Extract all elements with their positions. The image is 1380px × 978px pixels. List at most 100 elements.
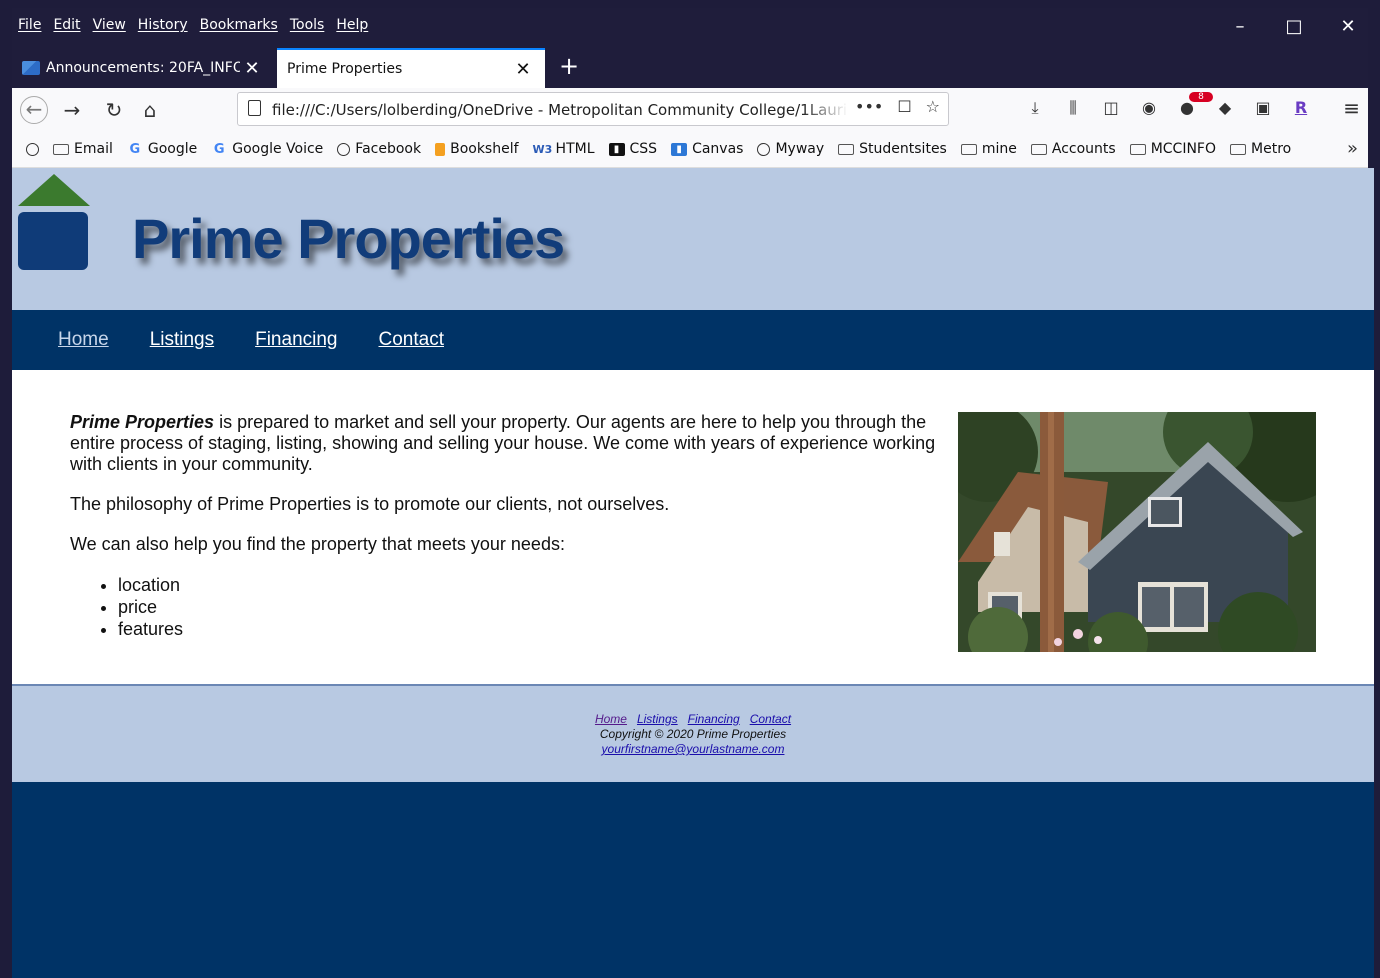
- account-icon[interactable]: ◉: [1140, 98, 1158, 118]
- extension-icon[interactable]: ● 8: [1178, 92, 1213, 118]
- bookmarks-list: Email G Google G Google Voice Facebook Boo…: [26, 141, 1291, 157]
- google-icon: G: [213, 141, 225, 157]
- more-actions-icon[interactable]: •••: [855, 97, 883, 116]
- url-bar[interactable]: file:///C:/Users/lolberding/OneDrive - M…: [237, 92, 949, 126]
- tab-bar: Announcements: 20FA_INFO_1 ✕ Prime Prope…: [12, 44, 1368, 88]
- menu-help[interactable]: Help: [336, 17, 368, 33]
- pocket-icon[interactable]: ☐: [897, 97, 911, 116]
- logo-roof-icon: [18, 174, 90, 206]
- footer-links: Home Listings Financing Contact: [12, 712, 1374, 727]
- bookmark-accounts[interactable]: Accounts: [1030, 141, 1116, 157]
- list-item: location: [118, 574, 950, 596]
- tab-title: Announcements: 20FA_INFO_1: [46, 60, 240, 76]
- sidebar-icon[interactable]: ◫: [1102, 98, 1120, 118]
- bookmark-star-icon[interactable]: ☆: [926, 97, 940, 116]
- nav-links: Home Listings Financing Contact: [58, 329, 444, 351]
- canvas-icon: [22, 61, 40, 75]
- home-icon[interactable]: ⌂: [136, 96, 164, 124]
- menu-tools[interactable]: Tools: [290, 17, 325, 33]
- needs-list: location price features: [70, 574, 950, 640]
- main-content: Prime Properties is prepared to market a…: [12, 370, 1374, 684]
- new-tab-button[interactable]: +: [554, 52, 584, 80]
- bookmarks-toolbar: Email G Google G Google Voice Facebook Boo…: [12, 132, 1368, 168]
- bookmark-bookshelf[interactable]: Bookshelf: [435, 141, 519, 157]
- logo-house-icon: [18, 212, 88, 270]
- reload-icon[interactable]: ↻: [100, 96, 128, 124]
- menu-items: File Edit View History Bookmarks Tools H…: [18, 17, 368, 33]
- forward-arrow-icon[interactable]: →: [58, 96, 86, 124]
- navigation-toolbar: ← → ↻ ⌂ file:///C:/Users/lolberding/OneD…: [12, 88, 1368, 132]
- folder-icon: [1030, 143, 1047, 155]
- needs-paragraph: We can also help you find the property t…: [70, 534, 565, 554]
- bookmark-google[interactable]: G Google: [127, 141, 198, 157]
- menu-edit[interactable]: Edit: [53, 17, 80, 33]
- r-extension-icon[interactable]: R: [1292, 98, 1310, 118]
- footer-link-contact[interactable]: Contact: [750, 712, 791, 727]
- extension-badge: 8: [1189, 92, 1213, 102]
- close-window-button[interactable]: ✕: [1328, 14, 1368, 40]
- download-icon[interactable]: ⤓: [1026, 98, 1044, 118]
- globe-icon: [757, 142, 771, 156]
- back-arrow-icon[interactable]: ←: [20, 96, 48, 124]
- bookmark-metro[interactable]: Metro: [1230, 141, 1291, 157]
- tab-announcements[interactable]: Announcements: 20FA_INFO_1 ✕: [12, 48, 274, 88]
- site-nav: Home Listings Financing Contact: [12, 310, 1374, 370]
- bookmark-canvas[interactable]: ▮ Canvas: [671, 141, 743, 157]
- footer-copyright: Copyright © 2020 Prime Properties: [599, 727, 787, 741]
- menu-view[interactable]: View: [93, 17, 126, 33]
- bookmark-html[interactable]: W3 HTML: [533, 141, 595, 157]
- house-image: [958, 412, 1316, 652]
- maximize-button[interactable]: □: [1274, 14, 1314, 40]
- bookmark-mine[interactable]: mine: [960, 141, 1017, 157]
- close-tab-icon[interactable]: ✕: [511, 59, 535, 80]
- bookmarks-overflow-icon[interactable]: »: [1347, 138, 1358, 159]
- intro-paragraph: Prime Properties is prepared to market a…: [70, 412, 950, 475]
- url-text[interactable]: file:///C:/Users/lolberding/OneDrive - M…: [272, 101, 848, 119]
- minimize-button[interactable]: –: [1220, 14, 1260, 40]
- folder-icon: [1129, 143, 1146, 155]
- page-background: [12, 782, 1374, 978]
- footer-link-financing[interactable]: Financing: [688, 712, 740, 727]
- tab-title: Prime Properties: [287, 61, 403, 77]
- globe-icon: [337, 142, 351, 156]
- list-item: features: [118, 618, 950, 640]
- nav-listings[interactable]: Listings: [150, 329, 214, 351]
- folder-icon: [838, 143, 855, 155]
- library-icon[interactable]: ⫼: [1064, 98, 1082, 118]
- hamburger-menu-icon[interactable]: ≡: [1343, 96, 1360, 120]
- evernote-icon[interactable]: ◆: [1216, 98, 1234, 118]
- menu-bar: File Edit View History Bookmarks Tools H…: [12, 8, 1368, 44]
- site-footer: Home Listings Financing Contact Copyrigh…: [12, 684, 1374, 782]
- bookmark-studentsites[interactable]: Studentsites: [838, 141, 947, 157]
- footer-link-home[interactable]: Home: [595, 712, 627, 727]
- bookshelf-icon: [435, 142, 446, 156]
- site-header: Prime Properties: [12, 168, 1374, 310]
- toolbar-icons: ⤓ ⫼ ◫ ◉ ● 8 ◆ ▣ R: [1026, 92, 1310, 118]
- bookmark-email[interactable]: Email: [53, 141, 113, 157]
- gear-icon[interactable]: [26, 141, 39, 157]
- canvas-icon: ▮: [671, 142, 688, 156]
- nav-financing[interactable]: Financing: [255, 329, 337, 351]
- nav-contact[interactable]: Contact: [379, 329, 444, 351]
- w3-icon: W3: [532, 142, 553, 156]
- menu-file[interactable]: File: [18, 17, 41, 33]
- footer-email-link[interactable]: yourfirstname@yourlastname.com: [12, 742, 1374, 757]
- folder-icon: [960, 143, 977, 155]
- bookmark-mccinfo[interactable]: MCCINFO: [1129, 141, 1216, 157]
- footer-content: Home Listings Financing Contact Copyrigh…: [12, 712, 1374, 757]
- nav-home[interactable]: Home: [58, 329, 109, 351]
- bookmark-facebook[interactable]: Facebook: [337, 141, 421, 157]
- bookmark-myway[interactable]: Myway: [757, 141, 824, 157]
- menu-history[interactable]: History: [138, 17, 188, 33]
- url-actions: ••• ☐ ☆: [855, 97, 940, 116]
- folder-icon: [53, 143, 69, 155]
- bookmark-google-voice[interactable]: G Google Voice: [211, 141, 323, 157]
- folder-icon: [1230, 143, 1247, 155]
- footer-link-listings[interactable]: Listings: [637, 712, 678, 727]
- css-icon: ▮: [608, 142, 625, 156]
- extension-gray-icon[interactable]: ▣: [1254, 98, 1272, 118]
- bookmark-css[interactable]: ▮ CSS: [608, 141, 657, 157]
- menu-bookmarks[interactable]: Bookmarks: [200, 17, 278, 33]
- close-tab-icon[interactable]: ✕: [240, 58, 264, 79]
- tab-prime-properties[interactable]: Prime Properties ✕: [277, 48, 545, 88]
